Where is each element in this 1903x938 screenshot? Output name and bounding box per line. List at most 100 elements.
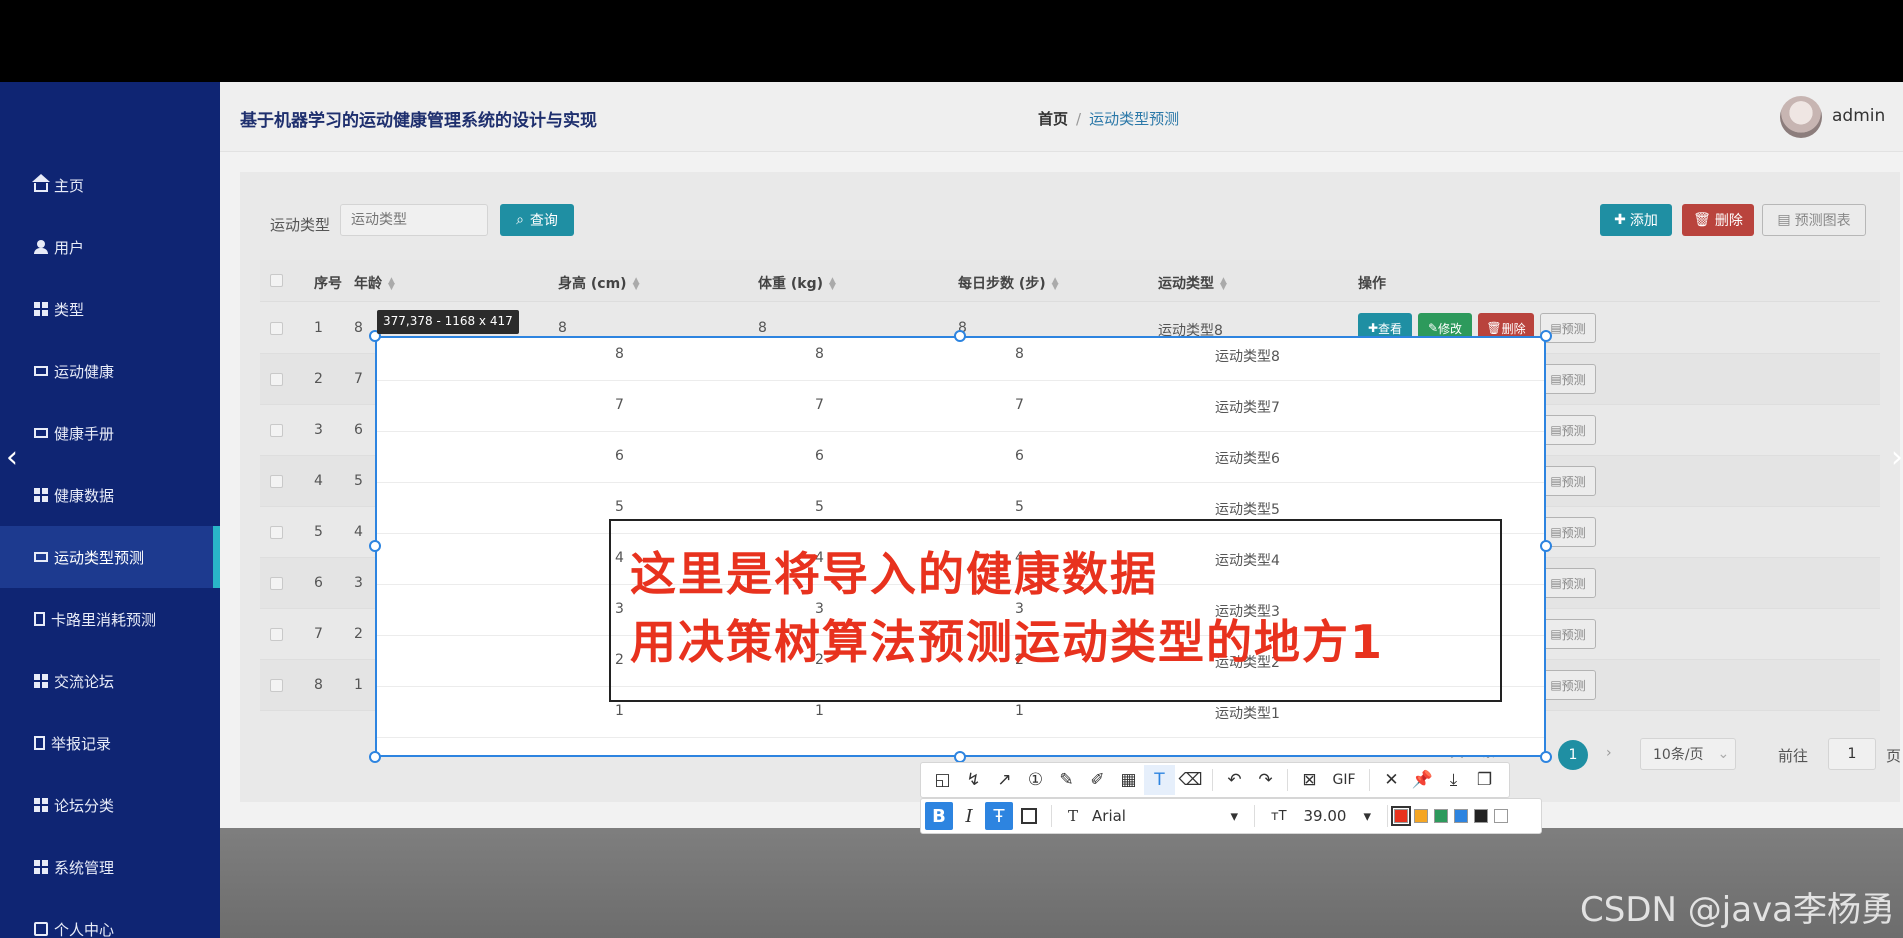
sidebar-item[interactable]: 交流论坛 — [0, 650, 220, 712]
query-button-label: 查询 — [529, 213, 558, 229]
query-button[interactable]: ⌕ 查询 — [500, 204, 574, 236]
row-checkbox[interactable] — [270, 577, 283, 590]
plus-icon: ✚ — [1614, 212, 1626, 228]
row-checkbox[interactable] — [270, 322, 283, 335]
row-checkbox[interactable] — [270, 373, 283, 386]
sidebar-item-label: 类型 — [54, 300, 85, 319]
row-checkbox[interactable] — [270, 628, 283, 641]
predict-button[interactable]: ▤ 预测 — [1540, 415, 1596, 445]
resize-handle[interactable] — [369, 540, 381, 552]
selection-cell: 6 — [615, 448, 624, 464]
search-label: 运动类型 — [270, 216, 331, 234]
sidebar-item[interactable]: 类型 — [0, 278, 220, 340]
predict-button[interactable]: ▤ 预测 — [1540, 364, 1596, 394]
sidebar-item[interactable]: 用户 — [0, 216, 220, 278]
column-header[interactable]: 年龄 ▲ ▼ — [354, 273, 395, 293]
color-swatch[interactable] — [1494, 809, 1508, 823]
prediction-chart-button[interactable]: ▤ 预测图表 — [1762, 204, 1866, 236]
resize-handle[interactable] — [1540, 751, 1552, 763]
row-checkbox[interactable] — [270, 679, 283, 692]
sidebar-item[interactable]: 系统管理 — [0, 836, 220, 898]
resize-handle[interactable] — [954, 330, 966, 342]
text-format-toolbar: B I Ŧ T Arial ▾ ᴛT 39.00 ▾ — [920, 798, 1542, 834]
row-checkbox[interactable] — [270, 475, 283, 488]
highlighter-icon[interactable]: ✐ — [1082, 765, 1113, 795]
selection-cell: 8 — [1015, 346, 1024, 362]
username[interactable]: admin — [1832, 106, 1885, 126]
sidebar-item[interactable]: 运动类型预测 — [0, 526, 220, 588]
row-checkbox[interactable] — [270, 526, 283, 539]
shape-icon[interactable]: ◱ — [927, 765, 958, 795]
font-family-select[interactable]: T Arial ▾ — [1058, 807, 1248, 825]
sidebar-item[interactable]: 个人中心 — [0, 898, 220, 938]
text-outline-icon[interactable]: Ŧ — [985, 802, 1013, 830]
table-cell: 8 — [558, 320, 567, 336]
sidebar-item[interactable]: 卡路里消耗预测 — [0, 588, 220, 650]
column-header[interactable]: 体重 (kg) ▲ ▼ — [758, 273, 836, 293]
predict-button[interactable]: ▤ 预测 — [1540, 466, 1596, 496]
sidebar-item-label: 个人中心 — [54, 920, 115, 938]
sidebar-item-label: 运动类型预测 — [54, 548, 145, 567]
text-background-icon[interactable] — [1015, 802, 1043, 830]
eraser-icon[interactable]: ⌫ — [1175, 765, 1206, 795]
resize-handle[interactable] — [1540, 540, 1552, 552]
ocr-icon[interactable]: ⊠ — [1294, 765, 1325, 795]
select-all-checkbox[interactable] — [270, 274, 283, 287]
color-swatch[interactable] — [1391, 806, 1411, 826]
number-marker-icon[interactable]: ① — [1020, 765, 1051, 795]
sidebar-item-label: 运动健康 — [54, 362, 115, 381]
color-swatch[interactable] — [1414, 809, 1428, 823]
sidebar-item[interactable]: 健康手册 — [0, 402, 220, 464]
resize-handle[interactable] — [1540, 330, 1552, 342]
close-icon[interactable]: ✕ — [1376, 765, 1407, 795]
avatar[interactable] — [1780, 96, 1822, 138]
bold-icon[interactable]: B — [925, 802, 953, 830]
predict-button[interactable]: ▤ 预测 — [1540, 568, 1596, 598]
batch-delete-button[interactable]: 🗑 删除 — [1682, 204, 1754, 236]
redo-icon[interactable]: ↷ — [1250, 765, 1281, 795]
resize-handle[interactable] — [369, 751, 381, 763]
batch-delete-label: 删除 — [1714, 213, 1743, 229]
italic-icon[interactable]: I — [955, 802, 983, 830]
column-header[interactable]: 运动类型 ▲ ▼ — [1158, 273, 1227, 293]
sidebar-item[interactable]: 举报记录 — [0, 712, 220, 774]
chevron-down-icon: ▾ — [1230, 807, 1238, 825]
pin-icon[interactable]: 📌 — [1407, 765, 1438, 795]
pagination-goto-input[interactable]: 1 — [1828, 738, 1876, 770]
search-input[interactable] — [340, 204, 488, 236]
chevron-right-icon[interactable]: › — [1891, 440, 1903, 475]
mosaic-icon[interactable]: ▦ — [1113, 765, 1144, 795]
page-size-select[interactable]: 10条/页 ⌄ — [1640, 738, 1736, 770]
add-button-label: 添加 — [1629, 213, 1658, 229]
selection-cell: 1 — [615, 703, 624, 719]
arrow-icon[interactable]: ↗ — [989, 765, 1020, 795]
chevron-left-icon[interactable]: ‹ — [6, 440, 18, 475]
pagination-page-1[interactable]: 1 — [1558, 740, 1588, 770]
selection-cell: 7 — [1015, 397, 1024, 413]
sidebar-item[interactable]: 论坛分类 — [0, 774, 220, 836]
polyline-icon[interactable]: ↯ — [958, 765, 989, 795]
add-button[interactable]: ✚ 添加 — [1600, 204, 1672, 236]
predict-button[interactable]: ▤ 预测 — [1540, 670, 1596, 700]
font-size-select[interactable]: ᴛT 39.00 ▾ — [1261, 807, 1381, 825]
color-swatch[interactable] — [1454, 809, 1468, 823]
column-header[interactable]: 每日步数 (步) ▲ ▼ — [958, 273, 1059, 293]
undo-icon[interactable]: ↶ — [1219, 765, 1250, 795]
sidebar-item[interactable]: 主页 — [0, 154, 220, 216]
column-header[interactable]: 身高 (cm) ▲ ▼ — [558, 273, 639, 293]
color-swatch[interactable] — [1434, 809, 1448, 823]
sidebar-item[interactable]: 健康数据 — [0, 464, 220, 526]
table-cell: 7 — [354, 371, 363, 387]
pagination-next-icon[interactable]: › — [1606, 745, 1612, 761]
color-swatch[interactable] — [1474, 809, 1488, 823]
copy-icon[interactable]: ❐ — [1469, 765, 1500, 795]
gif-button[interactable]: GIF — [1325, 765, 1363, 795]
breadcrumb-home[interactable]: 首页 — [1038, 110, 1068, 128]
text-tool-icon[interactable]: T — [1144, 765, 1175, 795]
sidebar-item[interactable]: 运动健康 — [0, 340, 220, 402]
row-checkbox[interactable] — [270, 424, 283, 437]
pen-icon[interactable]: ✎ — [1051, 765, 1082, 795]
predict-button[interactable]: ▤ 预测 — [1540, 619, 1596, 649]
download-icon[interactable]: ⤓ — [1438, 765, 1469, 795]
toolbar-divider — [1212, 769, 1213, 791]
